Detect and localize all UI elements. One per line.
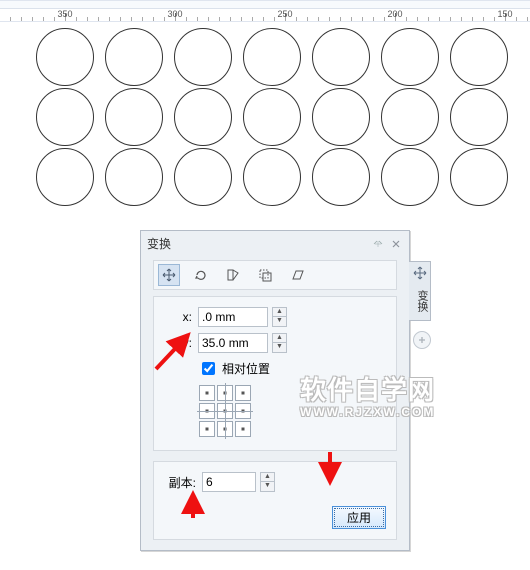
apply-button-label: 应用: [347, 511, 371, 525]
circle-object[interactable]: [243, 28, 301, 86]
relative-position-checkbox[interactable]: [202, 362, 215, 375]
anchor-grid[interactable]: [198, 384, 252, 438]
circle-object[interactable]: [36, 28, 94, 86]
mirror-mode-button[interactable]: [222, 264, 244, 286]
circle-object[interactable]: [450, 88, 508, 146]
x-field-row: x: ▲▼: [164, 307, 386, 327]
anchor-cell[interactable]: [217, 403, 233, 419]
x-input[interactable]: [198, 307, 268, 327]
circle-object[interactable]: [450, 28, 508, 86]
anchor-cell[interactable]: [199, 403, 215, 419]
y-field-row: y: ▲▼: [164, 333, 386, 353]
copies-input[interactable]: [202, 472, 256, 492]
horizontal-ruler: 350300250200150: [0, 0, 530, 22]
x-label: x:: [164, 310, 192, 324]
anchor-cell[interactable]: [199, 421, 215, 437]
move-icon: [413, 266, 427, 280]
close-icon[interactable]: [389, 237, 403, 251]
add-tab-button[interactable]: [413, 331, 431, 349]
drawing-canvas[interactable]: [0, 22, 530, 222]
rotate-mode-button[interactable]: [190, 264, 212, 286]
circle-object[interactable]: [381, 28, 439, 86]
circle-object[interactable]: [174, 88, 232, 146]
circle-object[interactable]: [312, 88, 370, 146]
anchor-cell[interactable]: [199, 385, 215, 401]
panel-title-text: 变换: [147, 235, 171, 252]
transform-panel: 变换 变换: [140, 230, 410, 551]
circle-object[interactable]: [105, 28, 163, 86]
anchor-cell[interactable]: [217, 421, 233, 437]
circle-object[interactable]: [450, 148, 508, 206]
relative-position-row: 相对位置: [198, 359, 386, 378]
y-spinner[interactable]: ▲▼: [272, 333, 287, 353]
circle-object[interactable]: [243, 148, 301, 206]
circle-object[interactable]: [312, 28, 370, 86]
circle-object[interactable]: [105, 88, 163, 146]
circle-object[interactable]: [105, 148, 163, 206]
circle-object[interactable]: [381, 148, 439, 206]
relative-position-label: 相对位置: [222, 360, 270, 377]
y-label: y:: [164, 336, 192, 350]
position-mode-button[interactable]: [158, 264, 180, 286]
pin-icon[interactable]: [371, 237, 385, 251]
circle-object[interactable]: [381, 88, 439, 146]
anchor-cell[interactable]: [235, 421, 251, 437]
copies-label: 副本:: [164, 474, 196, 491]
circle-object[interactable]: [36, 148, 94, 206]
x-spinner[interactable]: ▲▼: [272, 307, 287, 327]
apply-button[interactable]: 应用: [332, 506, 386, 529]
copies-spinner[interactable]: ▲▼: [260, 472, 275, 492]
side-tab-label: 变换: [416, 290, 428, 312]
ruler-scrollbar[interactable]: [0, 1, 530, 9]
transform-mode-toolbar: [153, 260, 397, 290]
circle-object[interactable]: [174, 148, 232, 206]
skew-mode-button[interactable]: [286, 264, 308, 286]
copies-row: 副本: ▲▼: [164, 472, 386, 492]
circle-object[interactable]: [36, 88, 94, 146]
circle-object[interactable]: [312, 148, 370, 206]
circle-object[interactable]: [174, 28, 232, 86]
anchor-cell[interactable]: [217, 385, 233, 401]
panel-footer: 副本: ▲▼ 应用: [153, 461, 397, 540]
circle-object[interactable]: [243, 88, 301, 146]
size-mode-button[interactable]: [254, 264, 276, 286]
panel-body: x: ▲▼ y: ▲▼ 相对位置: [153, 296, 397, 451]
anchor-cell[interactable]: [235, 403, 251, 419]
anchor-cell[interactable]: [235, 385, 251, 401]
panel-titlebar[interactable]: 变换: [141, 231, 409, 256]
side-tab-transform[interactable]: 变换: [409, 261, 431, 321]
y-input[interactable]: [198, 333, 268, 353]
